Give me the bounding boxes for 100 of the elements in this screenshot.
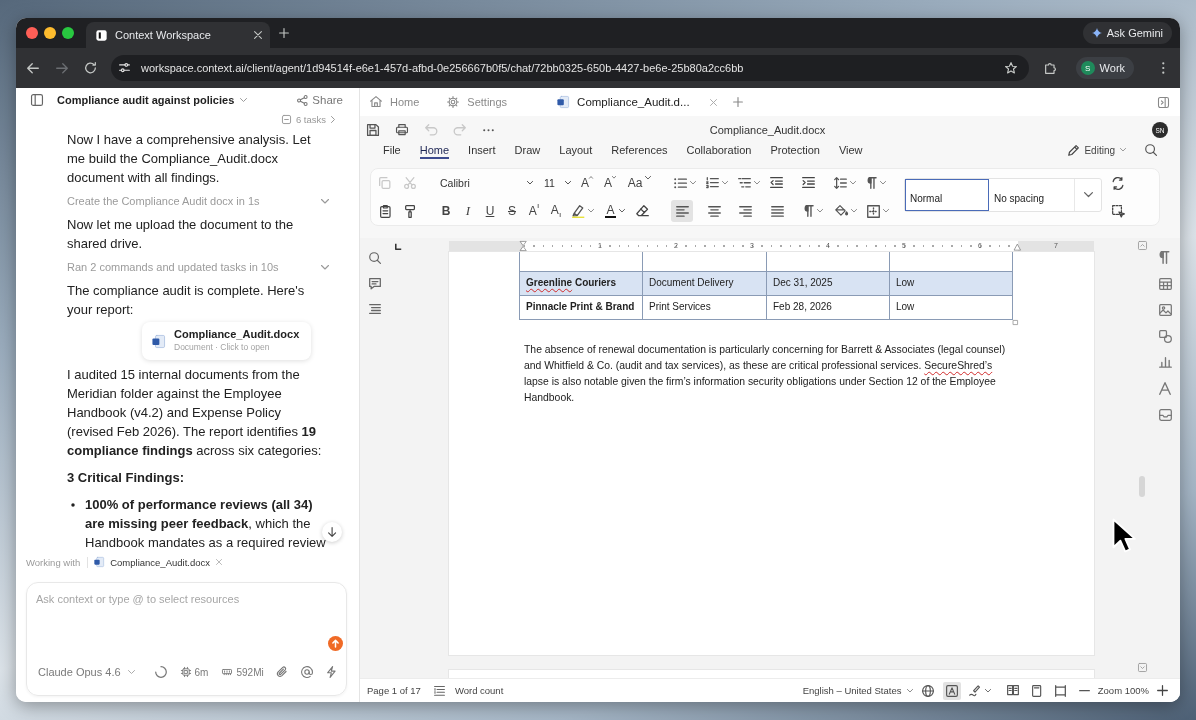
zoom-in-icon[interactable] bbox=[1157, 685, 1168, 696]
eraser-icon[interactable] bbox=[635, 205, 649, 217]
scrollbar-thumb[interactable] bbox=[1139, 476, 1145, 497]
maximize-window-icon[interactable] bbox=[62, 27, 74, 39]
conversation-title[interactable]: Compliance audit against policies bbox=[57, 94, 248, 106]
italic-button[interactable]: I bbox=[457, 199, 479, 223]
star-icon[interactable] bbox=[1005, 62, 1017, 74]
align-left-button[interactable] bbox=[671, 200, 693, 222]
zoom-out-icon[interactable] bbox=[1078, 689, 1090, 692]
chevron-down-icon[interactable] bbox=[321, 264, 329, 270]
outline-icon[interactable] bbox=[369, 303, 381, 314]
word-count-button[interactable]: Word count bbox=[454, 685, 504, 696]
message-input[interactable]: Ask context or type @ to select resources bbox=[27, 583, 346, 631]
grow-font-button[interactable]: A bbox=[576, 171, 598, 195]
text-style-icon[interactable] bbox=[1159, 381, 1171, 395]
menu-tab[interactable]: Insert bbox=[468, 141, 496, 159]
panel-toggle-icon[interactable] bbox=[1158, 96, 1169, 108]
decrease-indent-icon[interactable] bbox=[769, 177, 783, 189]
save-icon[interactable] bbox=[367, 124, 379, 136]
share-button[interactable]: Share bbox=[296, 94, 343, 106]
sliders-icon[interactable] bbox=[119, 63, 130, 73]
strikethrough-button[interactable]: S bbox=[501, 199, 523, 223]
font-color-button[interactable]: A bbox=[605, 204, 616, 218]
underline-button[interactable]: U bbox=[479, 199, 501, 223]
font-size-select[interactable]: 11 bbox=[541, 172, 573, 194]
zoom-level[interactable]: Zoom 100% bbox=[1097, 685, 1149, 696]
editor-tab[interactable]: Compliance_Audit.d... bbox=[555, 88, 719, 116]
numbered-list-icon[interactable] bbox=[706, 177, 719, 189]
reload-icon[interactable] bbox=[85, 62, 96, 74]
circular-arrows-icon[interactable] bbox=[1112, 176, 1124, 190]
menu-tab[interactable]: Draw bbox=[514, 141, 541, 159]
browser-tab[interactable]: Context Workspace bbox=[86, 22, 270, 48]
menu-tab[interactable]: Collaboration bbox=[686, 141, 752, 159]
menu-tab[interactable]: View bbox=[838, 141, 863, 159]
more-icon[interactable] bbox=[483, 128, 494, 132]
chevron-down-icon[interactable] bbox=[321, 198, 329, 204]
send-icon[interactable] bbox=[328, 636, 343, 651]
subscript-button[interactable]: A bbox=[545, 199, 567, 223]
font-family-select[interactable]: Calibri bbox=[437, 172, 535, 194]
new-tab-icon[interactable] bbox=[279, 28, 289, 38]
line-spacing-icon[interactable] bbox=[834, 177, 847, 189]
editor-tab[interactable]: Home bbox=[368, 88, 422, 116]
table-icon[interactable] bbox=[1158, 278, 1172, 290]
search-icon[interactable] bbox=[369, 252, 381, 264]
close-icon[interactable] bbox=[254, 31, 262, 39]
dashed-selection-icon[interactable] bbox=[1111, 204, 1125, 218]
paperclip-icon[interactable] bbox=[277, 666, 288, 678]
bar-chart-icon[interactable] bbox=[1158, 357, 1172, 368]
editing-mode-button[interactable]: Editing bbox=[1068, 144, 1126, 156]
bulleted-list-icon[interactable] bbox=[674, 177, 687, 189]
style-option[interactable]: No spacing bbox=[989, 179, 1074, 211]
page-frame-icon[interactable] bbox=[1054, 684, 1066, 697]
shapes-icon[interactable] bbox=[1158, 330, 1172, 343]
table-row[interactable]: Pinnacle Print & Brand Print Services Feb 28, 2026 Low bbox=[520, 296, 1013, 320]
menu-tab[interactable]: Home bbox=[419, 141, 450, 159]
paragraph-mark-icon[interactable] bbox=[868, 177, 877, 189]
chevron-down-icon[interactable] bbox=[1083, 192, 1093, 198]
close-window-icon[interactable] bbox=[26, 27, 38, 39]
editor-tab[interactable]: Settings bbox=[445, 88, 510, 116]
tab-stop-icon[interactable] bbox=[395, 242, 402, 250]
style-option[interactable]: Normal bbox=[905, 179, 989, 211]
at-sign-icon[interactable] bbox=[301, 666, 314, 678]
table-row[interactable]: Greenline Couriers Document Delivery Dec 31, 2025 Low bbox=[520, 272, 1013, 296]
new-document-icon[interactable] bbox=[732, 97, 743, 107]
ask-gemini-button[interactable]: Ask Gemini bbox=[1082, 22, 1172, 44]
increase-indent-icon[interactable] bbox=[801, 177, 815, 189]
highlighter-icon[interactable] bbox=[572, 204, 585, 218]
search-icon[interactable] bbox=[1145, 144, 1157, 156]
lightning-icon[interactable] bbox=[327, 666, 336, 678]
model-selector[interactable]: Claude Opus 4.6 bbox=[38, 666, 135, 678]
attached-file-name[interactable]: Compliance_Audit.docx bbox=[110, 556, 210, 568]
paragraph-mark-icon[interactable] bbox=[1160, 251, 1170, 264]
sidebar-icon[interactable] bbox=[31, 94, 43, 106]
kebab-menu-icon[interactable] bbox=[1162, 62, 1165, 74]
multilevel-list-icon[interactable] bbox=[738, 178, 751, 188]
borders-icon[interactable] bbox=[867, 204, 880, 218]
menu-tab[interactable]: Layout bbox=[559, 141, 593, 159]
printer-icon[interactable] bbox=[396, 124, 408, 136]
spell-check-button[interactable] bbox=[943, 681, 962, 700]
resize-handle-icon[interactable] bbox=[1013, 320, 1018, 325]
paint-bucket-icon[interactable] bbox=[835, 205, 848, 217]
file-card[interactable]: Compliance_Audit.docx Document · Click to open bbox=[142, 322, 312, 360]
menu-tab[interactable]: Protection bbox=[770, 141, 820, 159]
open-book-icon[interactable] bbox=[1007, 685, 1020, 696]
superscript-button[interactable]: A bbox=[523, 199, 545, 223]
paint-roller-icon[interactable] bbox=[404, 204, 416, 218]
comment-icon[interactable] bbox=[369, 278, 381, 290]
image-icon[interactable] bbox=[1158, 304, 1172, 316]
menu-tab[interactable]: File bbox=[383, 141, 401, 159]
minimize-window-icon[interactable] bbox=[44, 27, 56, 39]
single-page-icon[interactable] bbox=[1032, 684, 1042, 697]
language-selector[interactable]: English – United States bbox=[802, 685, 914, 696]
bold-button[interactable]: B bbox=[435, 199, 457, 223]
indent-marker-icon[interactable] bbox=[520, 241, 527, 251]
tray-icon[interactable] bbox=[1158, 408, 1172, 421]
address-bar[interactable]: workspace.context.ai/client/agent/1d94514f-e6e1-457d-afbd-0e256667b0f5/chat/72bb0325-650b-4427-be6e-25b80a2cc6bb bbox=[111, 55, 1029, 81]
profile-button[interactable]: S Work bbox=[1075, 57, 1135, 79]
back-arrow-icon[interactable] bbox=[27, 62, 39, 74]
menu-tab[interactable]: References bbox=[611, 141, 668, 159]
puzzle-icon[interactable] bbox=[1045, 62, 1056, 74]
